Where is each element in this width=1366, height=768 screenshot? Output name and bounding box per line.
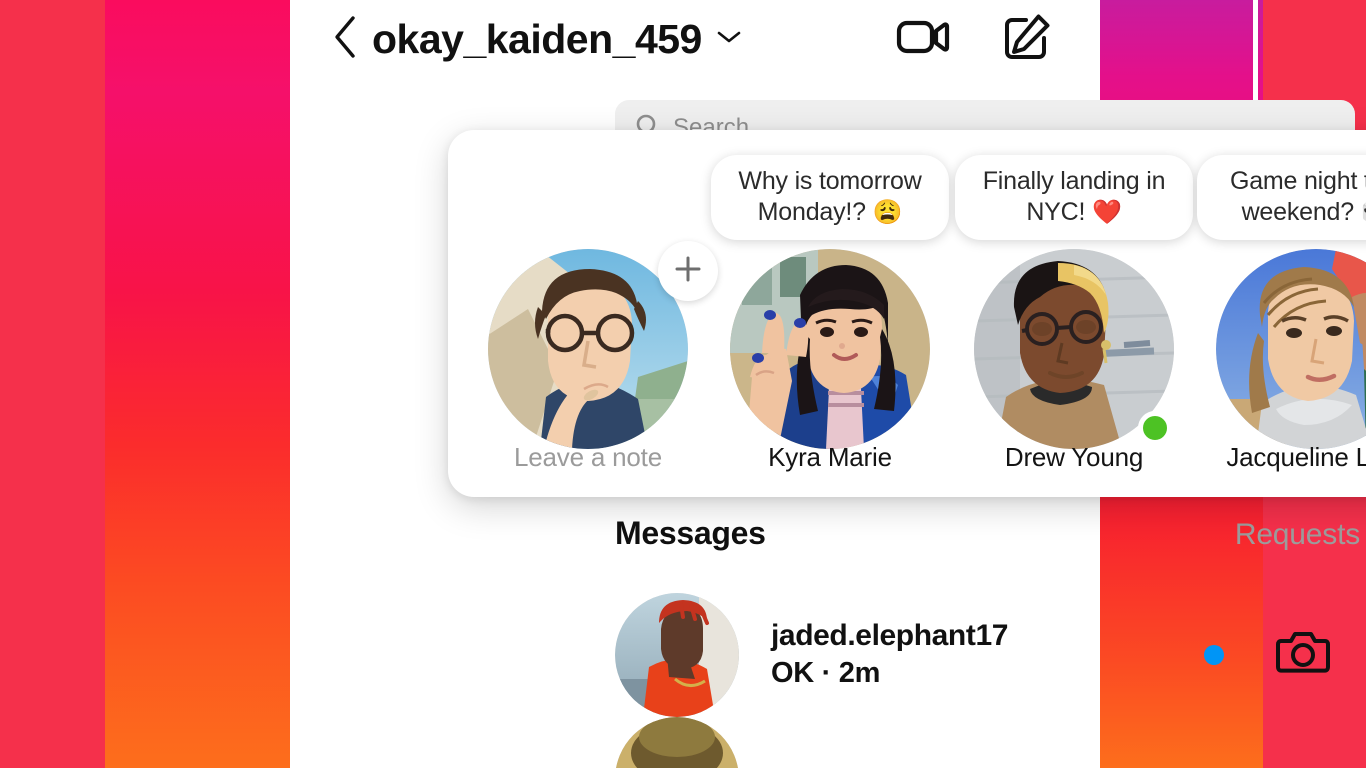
- video-call-button[interactable]: [896, 12, 950, 66]
- app-backdrop: okay_kaiden_459 Search Messages Requests…: [0, 0, 1366, 768]
- note-avatar-wrap[interactable]: [730, 249, 930, 449]
- unread-indicator-dot: [1204, 644, 1224, 665]
- avatar: [615, 717, 739, 768]
- back-button[interactable]: [328, 14, 362, 65]
- background-gradient-left: [105, 0, 295, 768]
- note-emoji: 🎲: [1361, 199, 1366, 226]
- chevron-down-icon[interactable]: [716, 29, 742, 50]
- avatar: [488, 249, 688, 449]
- avatar: [615, 592, 739, 717]
- note-bubble[interactable]: Game night this weekend? 🎲: [1197, 155, 1366, 240]
- dm-header: okay_kaiden_459: [290, 0, 1100, 78]
- conversation-preview: OK · 2m: [771, 657, 881, 689]
- screen-edge-highlight: [1253, 0, 1258, 100]
- note-label: Jacqueline Lam: [1226, 442, 1366, 472]
- note-label: Leave a note: [514, 442, 662, 472]
- note-text: Game night this weekend?: [1229, 167, 1366, 226]
- notes-card: Leave a note Why is tomorrow Monday!? 😩: [448, 130, 1366, 497]
- avatar: [1216, 249, 1366, 449]
- notes-carousel[interactable]: Leave a note Why is tomorrow Monday!? 😩: [448, 130, 1366, 497]
- page-title: okay_kaiden_459: [372, 15, 702, 62]
- note-emoji: ❤️: [1092, 198, 1122, 226]
- plus-icon: [673, 254, 703, 289]
- compose-pencil-icon: [1003, 13, 1051, 66]
- note-bubble[interactable]: Why is tomorrow Monday!? 😩: [711, 155, 949, 240]
- note-text: Finally landing in NYC!: [982, 167, 1166, 226]
- note-item-self[interactable]: Leave a note: [470, 130, 718, 497]
- add-note-button[interactable]: [658, 241, 718, 301]
- messages-tabs: Messages Requests: [615, 515, 1360, 552]
- conversation-list: jaded.elephant17 OK · 2m: [615, 592, 1360, 768]
- note-avatar-wrap[interactable]: [974, 249, 1174, 449]
- avatar: [730, 249, 930, 449]
- note-item-jacqueline-lam[interactable]: Game night this weekend? 🎲: [1197, 130, 1366, 497]
- note-emoji: 😩: [872, 198, 903, 226]
- username-dropdown[interactable]: okay_kaiden_459: [372, 16, 742, 63]
- instagram-dm-screen: okay_kaiden_459 Search Messages Requests…: [290, 0, 1366, 768]
- conversation-row[interactable]: jaded.elephant17 OK · 2m: [615, 592, 1360, 717]
- chevron-left-icon: [331, 14, 359, 65]
- note-avatar-wrap[interactable]: [1216, 249, 1366, 449]
- note-item-drew-young[interactable]: Finally landing in NYC! ❤️ Drew Young: [955, 130, 1193, 497]
- conversation-username: jaded.elephant17: [771, 619, 1009, 652]
- video-camera-icon: [896, 16, 950, 63]
- note-bubble[interactable]: Finally landing in NYC! ❤️: [955, 155, 1193, 240]
- note-label: Kyra Marie: [768, 442, 892, 472]
- online-status-dot: [1138, 411, 1172, 445]
- conversation-actions: [1204, 629, 1360, 680]
- new-message-button[interactable]: [1000, 12, 1054, 66]
- conversation-text: jaded.elephant17 OK · 2m: [771, 619, 1008, 690]
- note-label: Drew Young: [1004, 442, 1144, 472]
- tab-messages[interactable]: Messages: [615, 515, 766, 552]
- note-item-kyra-marie[interactable]: Why is tomorrow Monday!? 😩 Kyra Marie: [711, 130, 949, 497]
- camera-icon[interactable]: [1276, 629, 1330, 680]
- note-avatar-wrap[interactable]: [488, 241, 718, 449]
- header-actions: [896, 12, 1080, 66]
- tab-requests[interactable]: Requests: [1235, 518, 1360, 552]
- conversation-row[interactable]: [615, 717, 1360, 768]
